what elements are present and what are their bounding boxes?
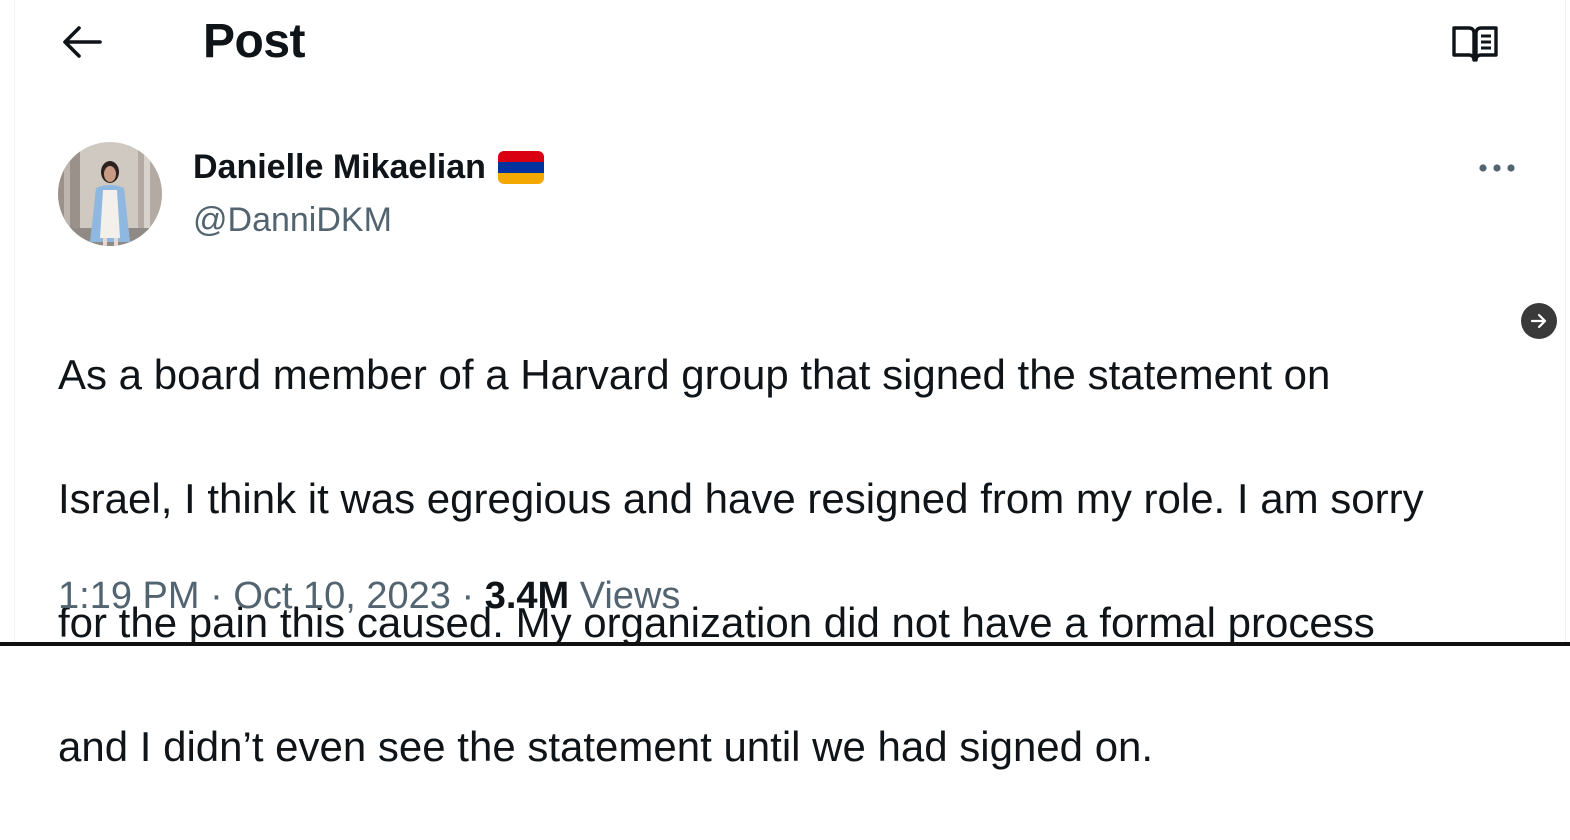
author-avatar[interactable]: [58, 142, 162, 246]
page-title: Post: [203, 15, 306, 68]
meta-separator: ·: [461, 575, 475, 617]
next-arrow-button[interactable]: [1521, 303, 1557, 339]
armenian-flag-icon: [497, 150, 544, 184]
tweet-text-line: and I didn’t even see the statement unti…: [58, 723, 1154, 770]
display-name-text: Danielle Mikaelian: [193, 148, 486, 186]
more-options-button[interactable]: [1470, 150, 1524, 186]
reader-mode-button[interactable]: [1446, 18, 1504, 70]
meta-separator: ·: [210, 575, 223, 617]
tweet-text: As a board member of a Harvard group tha…: [58, 282, 1518, 840]
arrow-right-icon: [1530, 313, 1547, 329]
back-button[interactable]: [52, 14, 112, 70]
tweet-text-line: As a board member of a Harvard group tha…: [58, 351, 1331, 398]
tweet-date: Oct 10, 2023: [233, 575, 451, 617]
views-label: Views: [579, 575, 681, 617]
tweet-text-line: Israel, I think it was egregious and hav…: [58, 475, 1424, 522]
arrow-left-icon: [63, 26, 102, 58]
reader-mode-icon: [1452, 26, 1498, 62]
tweet-time: 1:19 PM: [58, 575, 200, 617]
tweet-timestamp-link[interactable]: 1:19 PM · Oct 10, 2023: [58, 575, 451, 617]
author-handle[interactable]: @DanniDKM: [193, 199, 392, 241]
bottom-border: [0, 642, 1570, 646]
views-count: 3.4M: [484, 575, 570, 617]
avatar-photo: [58, 142, 162, 246]
author-display-name[interactable]: Danielle Mikaelian: [193, 146, 544, 188]
more-options-icon: [1479, 164, 1515, 172]
tweet-meta: 1:19 PM · Oct 10, 2023 · 3.4M Views: [58, 570, 680, 622]
